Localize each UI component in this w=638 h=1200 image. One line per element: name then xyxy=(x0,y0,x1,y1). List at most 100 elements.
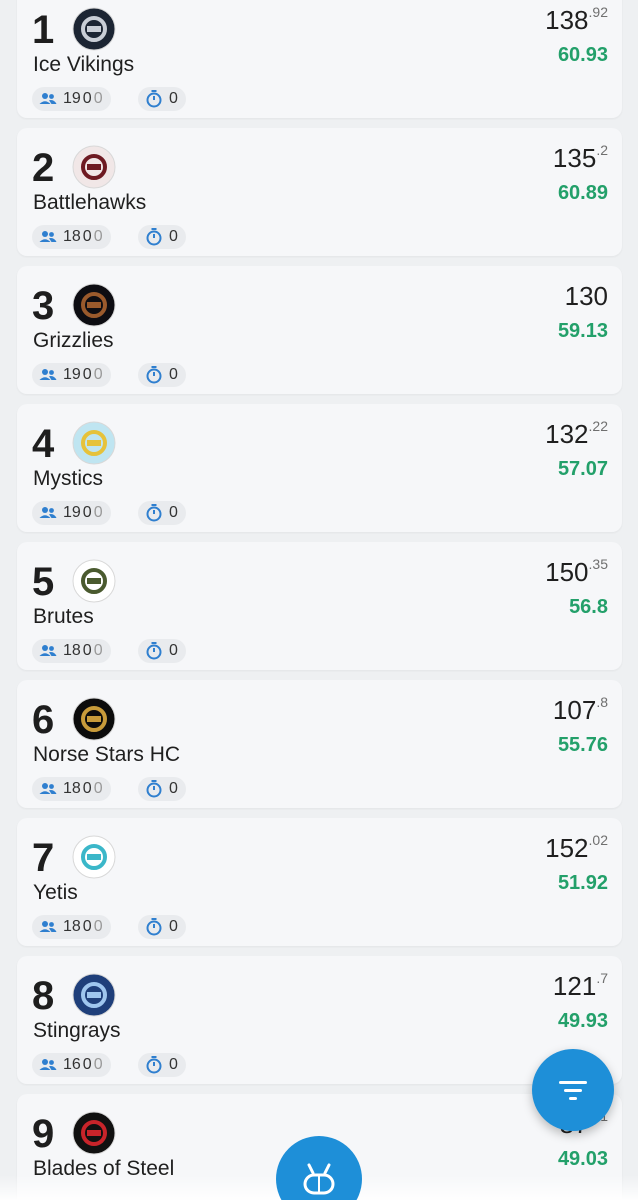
team-points: 60.89 xyxy=(557,182,608,204)
score-integer: 152 xyxy=(545,833,589,863)
people-icon xyxy=(39,783,57,794)
score-decimal: .2 xyxy=(596,142,608,158)
stopwatch-icon xyxy=(146,504,162,522)
timer-value: 0 xyxy=(169,504,178,521)
timer-value: 0 xyxy=(169,366,178,383)
hockey-rink-icon xyxy=(303,1163,335,1195)
team-points: 59.13 xyxy=(557,320,608,342)
players-count: 19 xyxy=(63,90,81,107)
team-card[interactable]: 2 Battlehawks 18 0 0 0 135.2 60.89 xyxy=(17,128,622,256)
blades-logo-icon xyxy=(72,1111,116,1155)
team-rank: 4 xyxy=(32,422,55,466)
team-score: 132.22 xyxy=(545,419,608,449)
team-points: 51.92 xyxy=(557,872,608,894)
players-count: 19 xyxy=(63,504,81,521)
timer-value: 0 xyxy=(169,642,178,659)
timer-badge: 0 xyxy=(138,363,186,387)
team-card[interactable]: 1 Ice Vikings 19 0 0 0 138.92 60.93 xyxy=(17,0,622,118)
mystic-eye-logo-icon xyxy=(72,421,116,465)
team-name: Grizzlies xyxy=(33,329,114,352)
players-zero-b: 0 xyxy=(93,1056,103,1073)
timer-badge: 0 xyxy=(138,87,186,111)
team-name: Ice Vikings xyxy=(33,53,135,76)
team-card[interactable]: 4 Mystics 19 0 0 0 132.22 57.07 xyxy=(17,404,622,532)
players-zero-a: 0 xyxy=(82,780,92,797)
stopwatch-icon xyxy=(146,918,162,936)
stopwatch-icon xyxy=(146,1056,162,1074)
score-integer: 138 xyxy=(545,5,589,35)
players-count: 19 xyxy=(63,366,81,383)
players-badge: 16 0 0 xyxy=(32,1053,111,1077)
stopwatch-icon xyxy=(146,366,162,384)
team-name: Stingrays xyxy=(33,1019,121,1042)
players-zero-b: 0 xyxy=(93,504,103,521)
stopwatch-icon xyxy=(146,228,162,246)
timer-badge: 0 xyxy=(138,225,186,249)
players-badge: 19 0 0 xyxy=(32,363,111,387)
players-count: 18 xyxy=(63,780,81,797)
players-badge: 18 0 0 xyxy=(32,777,111,801)
timer-badge: 0 xyxy=(138,777,186,801)
team-rank: 3 xyxy=(32,284,55,328)
team-card[interactable]: 6 Norse Stars HC 18 0 0 0 107.8 55.76 xyxy=(17,680,622,808)
stopwatch-icon xyxy=(146,642,162,660)
team-points: 60.93 xyxy=(557,44,608,66)
score-decimal: .02 xyxy=(588,832,608,848)
team-rank: 8 xyxy=(32,974,55,1018)
yeti-logo-icon xyxy=(72,835,116,879)
players-count: 18 xyxy=(63,228,81,245)
team-card[interactable]: 7 Yetis 18 0 0 0 152.02 51.92 xyxy=(17,818,622,946)
timer-value: 0 xyxy=(169,1056,178,1073)
timer-value: 0 xyxy=(169,228,178,245)
standings-list[interactable]: 1 Ice Vikings 19 0 0 0 138.92 60.93 2 Ba… xyxy=(0,0,638,1200)
score-integer: 135 xyxy=(552,143,597,173)
players-zero-a: 0 xyxy=(82,366,92,383)
timer-badge: 0 xyxy=(138,915,186,939)
team-points: 57.07 xyxy=(557,458,608,480)
score-integer: 121 xyxy=(552,971,597,1001)
timer-value: 0 xyxy=(169,918,178,935)
bear-logo-icon xyxy=(72,283,116,327)
standings-screen: 1 Ice Vikings 19 0 0 0 138.92 60.93 2 Ba… xyxy=(0,0,638,1200)
players-badge: 18 0 0 xyxy=(32,225,111,249)
team-name: Mystics xyxy=(33,467,103,490)
brute-logo-icon xyxy=(72,559,116,603)
players-badge: 18 0 0 xyxy=(32,639,111,663)
players-badge: 19 0 0 xyxy=(32,501,111,525)
team-name: Norse Stars HC xyxy=(33,743,181,766)
team-points: 49.03 xyxy=(557,1148,608,1170)
people-icon xyxy=(39,921,57,932)
score-decimal: .8 xyxy=(596,694,608,710)
players-zero-b: 0 xyxy=(93,780,103,797)
score-integer: 150 xyxy=(545,557,589,587)
team-rank: 9 xyxy=(32,1112,55,1156)
team-points: 55.76 xyxy=(557,734,608,756)
team-points: 56.8 xyxy=(569,596,608,618)
score-integer: 132 xyxy=(545,419,589,449)
team-card[interactable]: 3 Grizzlies 19 0 0 0 130 59.13 xyxy=(17,266,622,394)
score-decimal: .7 xyxy=(596,970,608,986)
norse-ship-logo-icon xyxy=(72,697,116,741)
players-zero-a: 0 xyxy=(82,918,92,935)
timer-badge: 0 xyxy=(138,639,186,663)
players-zero-b: 0 xyxy=(93,642,103,659)
team-score: 121.7 xyxy=(552,970,608,1001)
players-count: 18 xyxy=(63,642,81,659)
score-integer: 107 xyxy=(552,695,597,725)
team-card[interactable]: 5 Brutes 18 0 0 0 150.35 56.8 xyxy=(17,542,622,670)
score-integer: 130 xyxy=(564,281,608,311)
people-icon xyxy=(39,1059,57,1070)
timer-value: 0 xyxy=(169,90,178,107)
timer-badge: 0 xyxy=(138,1053,186,1077)
team-rank: 6 xyxy=(32,698,55,742)
filter-button[interactable] xyxy=(532,1049,614,1131)
players-zero-a: 0 xyxy=(82,1056,92,1073)
stopwatch-icon xyxy=(146,780,162,798)
stingray-logo-icon xyxy=(72,973,116,1017)
team-card[interactable]: 8 Stingrays 16 0 0 0 121.7 49.93 xyxy=(17,956,622,1084)
team-score: 150.35 xyxy=(545,556,608,587)
people-icon xyxy=(39,369,57,380)
score-decimal: .35 xyxy=(588,556,608,572)
team-score: 130 xyxy=(565,283,608,309)
players-zero-a: 0 xyxy=(82,642,92,659)
